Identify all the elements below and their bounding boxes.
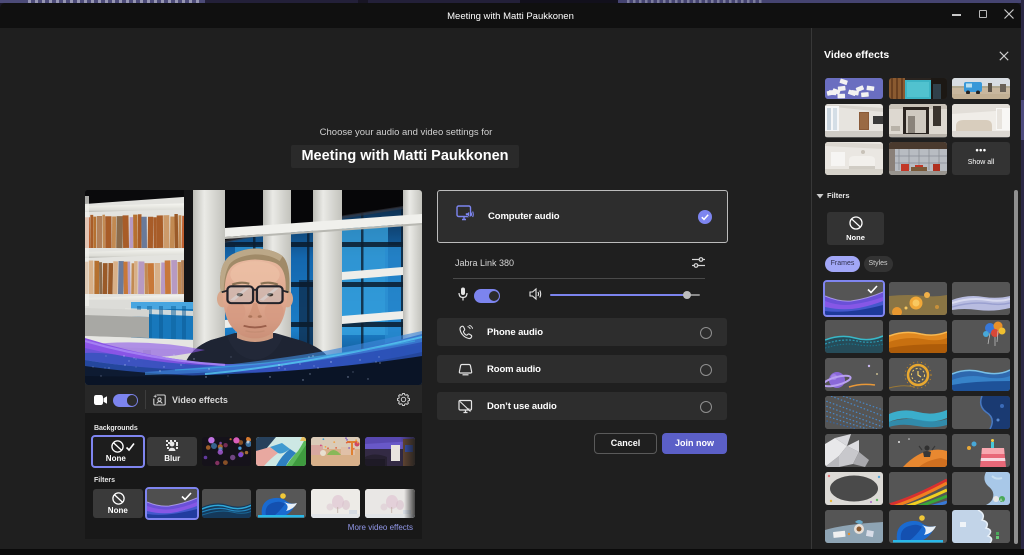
- svg-text:A: A: [999, 498, 1002, 503]
